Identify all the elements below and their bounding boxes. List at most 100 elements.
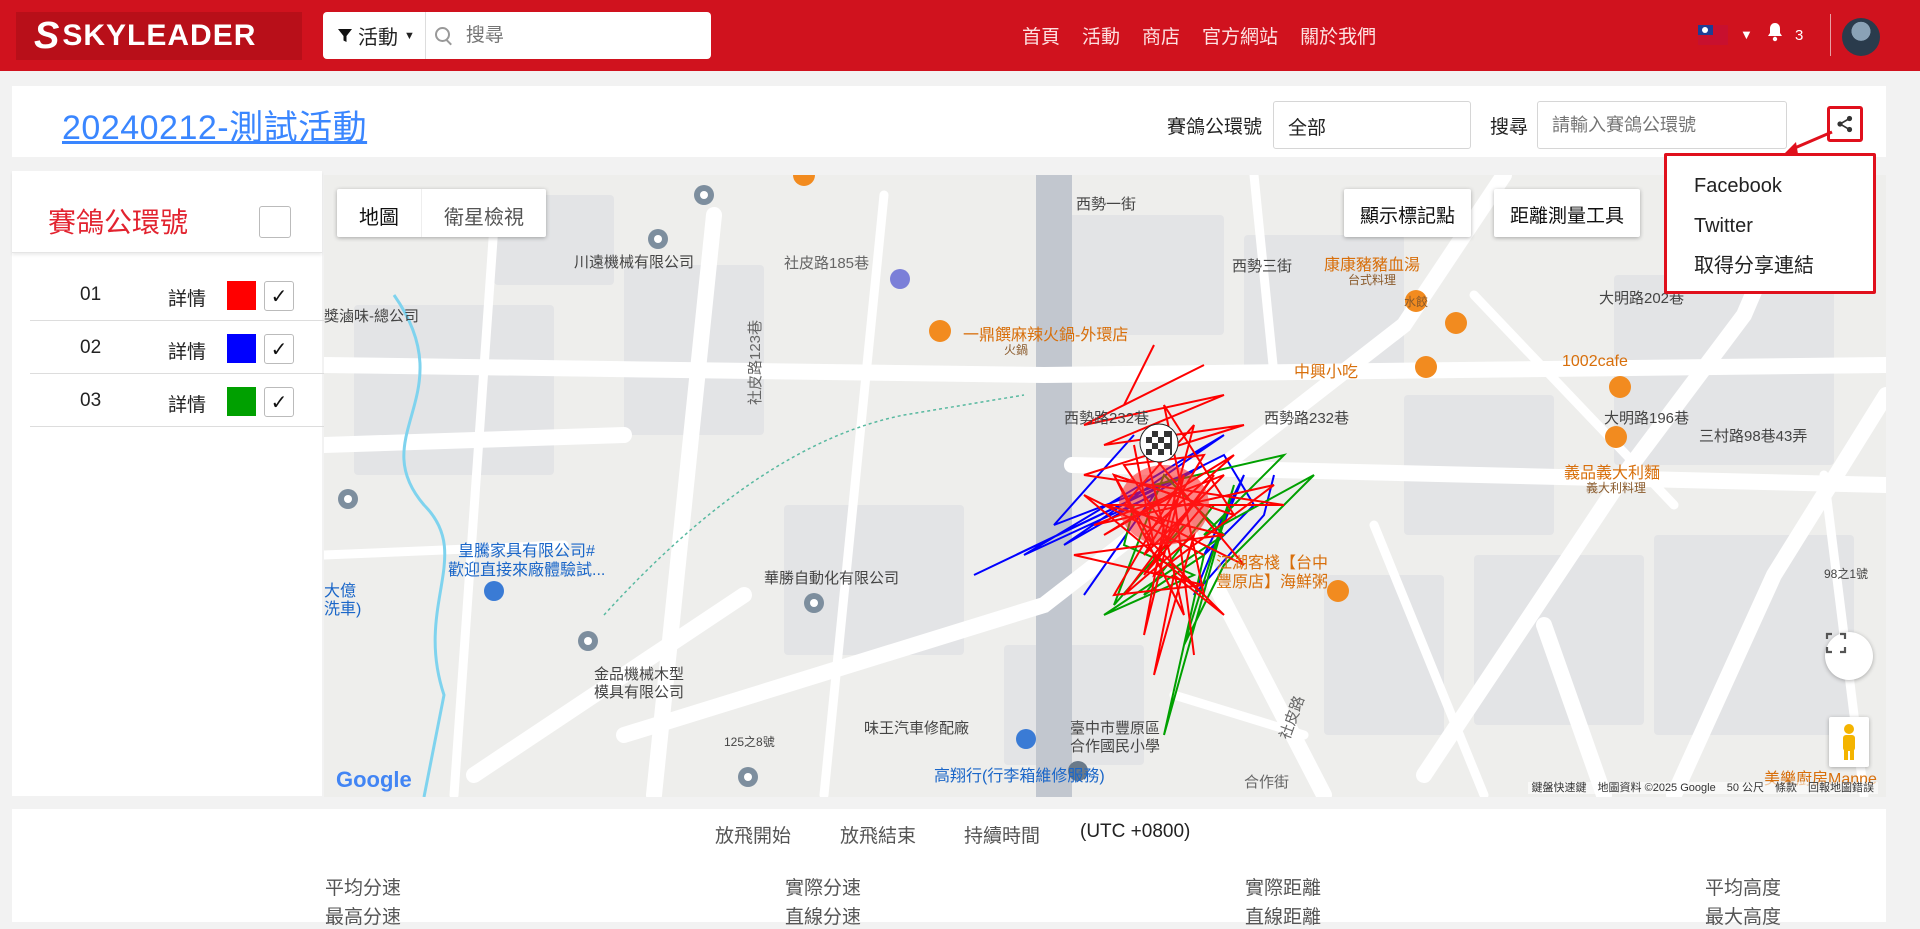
- map-label: 西勢路232巷: [1264, 410, 1350, 427]
- max-speed-label: 最高分速: [325, 907, 402, 928]
- nav-divider: [1830, 14, 1831, 56]
- pigeon-row: 02 詳情 ✓: [30, 321, 326, 374]
- share-twitter-item[interactable]: Twitter: [1667, 212, 1873, 252]
- map-label: 西勢一街: [1076, 196, 1137, 213]
- map-label: 水餃: [1404, 295, 1429, 309]
- street-view-pegman[interactable]: [1829, 717, 1869, 767]
- event-title-link[interactable]: 20240212-測試活動: [62, 100, 367, 149]
- flight-start-label: 放飛開始: [715, 826, 792, 847]
- distance-tool-button[interactable]: 距離測量工具: [1494, 189, 1641, 237]
- search-label: 搜尋: [1490, 117, 1529, 138]
- show-markers-button[interactable]: 顯示標記點: [1344, 189, 1472, 237]
- ring-number: 02: [80, 337, 102, 358]
- map-label: 中興小吃: [1294, 364, 1359, 381]
- pegman-icon: [1843, 724, 1855, 760]
- map-label: 西勢路232巷: [1064, 410, 1150, 427]
- global-search: 活動 ▼: [323, 12, 711, 59]
- ring-number-search-input[interactable]: [1537, 101, 1787, 149]
- map-type-satellite-button[interactable]: 衛星檢視: [422, 189, 546, 237]
- language-flag-icon[interactable]: [1698, 25, 1728, 45]
- track-color-swatch[interactable]: [227, 281, 256, 310]
- map-label: 大明路196巷: [1604, 410, 1690, 427]
- map-label: 火鍋: [1004, 343, 1029, 357]
- map-label: 社皮路185巷: [784, 255, 870, 272]
- timezone-label: (UTC +0800): [1080, 821, 1191, 842]
- map-label: 三村路98巷43弄: [1699, 428, 1808, 445]
- track-map[interactable]: 川遠機械有限公司 社皮路185巷 西勢一街 西勢三街 康康豬豬血湯 台式料理 水…: [324, 175, 1886, 797]
- language-chevron-down-icon[interactable]: ▼: [1740, 27, 1753, 42]
- chevron-down-icon: ▼: [404, 29, 415, 42]
- pigeon-list-header: 賽鴿公環號: [12, 171, 322, 253]
- share-facebook-item[interactable]: Facebook: [1667, 172, 1873, 212]
- map-label: 西勢三街: [1232, 258, 1293, 275]
- map-label: 洗車): [324, 601, 362, 618]
- activity-filter-dropdown[interactable]: 活動 ▼: [323, 12, 426, 59]
- map-type-map-button[interactable]: 地圖: [337, 189, 422, 237]
- skyleader-logo[interactable]: S SKYLEADER: [16, 12, 302, 60]
- pigeon-checkbox[interactable]: ✓: [264, 334, 294, 364]
- map-label: 98之1號: [1824, 567, 1869, 581]
- ring-number: 03: [80, 390, 102, 411]
- track-color-swatch[interactable]: [227, 387, 256, 416]
- fullscreen-icon: [1825, 632, 1847, 654]
- pigeon-checkbox[interactable]: ✓: [264, 281, 294, 311]
- logo-s-mark-icon: S: [34, 14, 61, 57]
- filter-label: 活動: [358, 27, 398, 49]
- pigeon-checkbox[interactable]: ✓: [264, 387, 294, 417]
- flight-stats-panel: 放飛開始 放飛結束 持續時間 (UTC +0800) 平均分速 實際分速 實際距…: [12, 809, 1886, 928]
- ring-number-label: 賽鴿公環號: [1167, 117, 1263, 138]
- logo-text: SKYLEADER: [62, 19, 257, 52]
- ring-number-select[interactable]: 全部: [1273, 101, 1471, 149]
- straight-speed-label: 直線分速: [785, 907, 862, 928]
- bell-icon[interactable]: [1766, 22, 1784, 48]
- map-type-toggle: 地圖 衛星檢視: [337, 189, 546, 237]
- search-icon: [434, 26, 454, 46]
- pigeon-list-panel: 賽鴿公環號 01 詳情 ✓ 02 詳情 ✓ 03 詳情 ✓: [12, 171, 326, 796]
- annotation-arrow: [1784, 130, 1833, 154]
- straight-distance-label: 直線距離: [1245, 907, 1322, 928]
- map-base: [324, 175, 1886, 797]
- avg-altitude-label: 平均高度: [1705, 878, 1782, 899]
- track-color-swatch[interactable]: [227, 334, 256, 363]
- map-label: 125之8號: [724, 735, 775, 749]
- nav-link-home[interactable]: 首頁: [1022, 22, 1060, 49]
- select-all-checkbox[interactable]: [259, 206, 291, 238]
- map-label: 合作國民小學: [1070, 738, 1161, 755]
- detail-link[interactable]: 詳情: [168, 390, 206, 417]
- detail-link[interactable]: 詳情: [168, 284, 206, 311]
- flight-end-label: 放飛結束: [840, 826, 917, 847]
- event-header: 20240212-測試活動 賽鴿公環號 全部 搜尋: [12, 86, 1886, 157]
- search-input[interactable]: [465, 24, 666, 47]
- filter-icon: [338, 28, 352, 42]
- nav-link-activities[interactable]: 活動: [1082, 22, 1120, 49]
- duration-label: 持續時間: [964, 826, 1041, 847]
- actual-speed-label: 實際分速: [785, 878, 862, 899]
- share-dropdown-menu: Facebook Twitter 取得分享連結: [1664, 153, 1876, 294]
- map-label: 豐原店】海鮮粥: [1216, 574, 1329, 591]
- detail-link[interactable]: 詳情: [168, 337, 206, 364]
- fullscreen-button[interactable]: [1825, 632, 1873, 680]
- max-altitude-label: 最大高度: [1705, 907, 1782, 928]
- nav-link-about[interactable]: 關於我們: [1300, 22, 1376, 49]
- map-label: 味王汽車修配廠: [864, 720, 970, 737]
- map-label: 歡迎直接來廠體驗試...: [448, 562, 606, 579]
- notification-count-badge: 3: [1795, 27, 1804, 44]
- ring-number: 01: [80, 284, 102, 305]
- pigeon-row: 03 詳情 ✓: [30, 374, 326, 427]
- actual-distance-label: 實際距離: [1245, 878, 1322, 899]
- share-get-link-item[interactable]: 取得分享連結: [1667, 252, 1873, 292]
- map-label: 社皮路123巷: [747, 319, 764, 405]
- pigeon-row: 01 詳情 ✓: [30, 268, 326, 321]
- map-attribution-text[interactable]: 鍵盤快速鍵 地圖資料 ©2025 Google 50 公尺 條款 回報地圖錯誤: [1527, 782, 1878, 794]
- nav-link-store[interactable]: 商店: [1142, 22, 1180, 49]
- map-label: 台式料理: [1348, 273, 1397, 287]
- pigeon-list-title: 賽鴿公環號: [48, 207, 189, 238]
- avg-speed-label: 平均分速: [325, 878, 402, 899]
- top-navbar: S SKYLEADER 活動 ▼ 首頁 活動 商店 官方網站 關於我們 ▼ 3: [0, 0, 1920, 71]
- map-label: 1002cafe: [1562, 353, 1628, 370]
- nav-link-official-site[interactable]: 官方網站: [1202, 22, 1278, 49]
- user-avatar[interactable]: [1842, 18, 1880, 56]
- main-nav: 首頁 活動 商店 官方網站 關於我們: [1022, 22, 1376, 49]
- map-attribution: 鍵盤快速鍵 地圖資料 ©2025 Google 50 公尺 條款 回報地圖錯誤: [324, 779, 1886, 797]
- map-label: 模具有限公司: [594, 684, 685, 701]
